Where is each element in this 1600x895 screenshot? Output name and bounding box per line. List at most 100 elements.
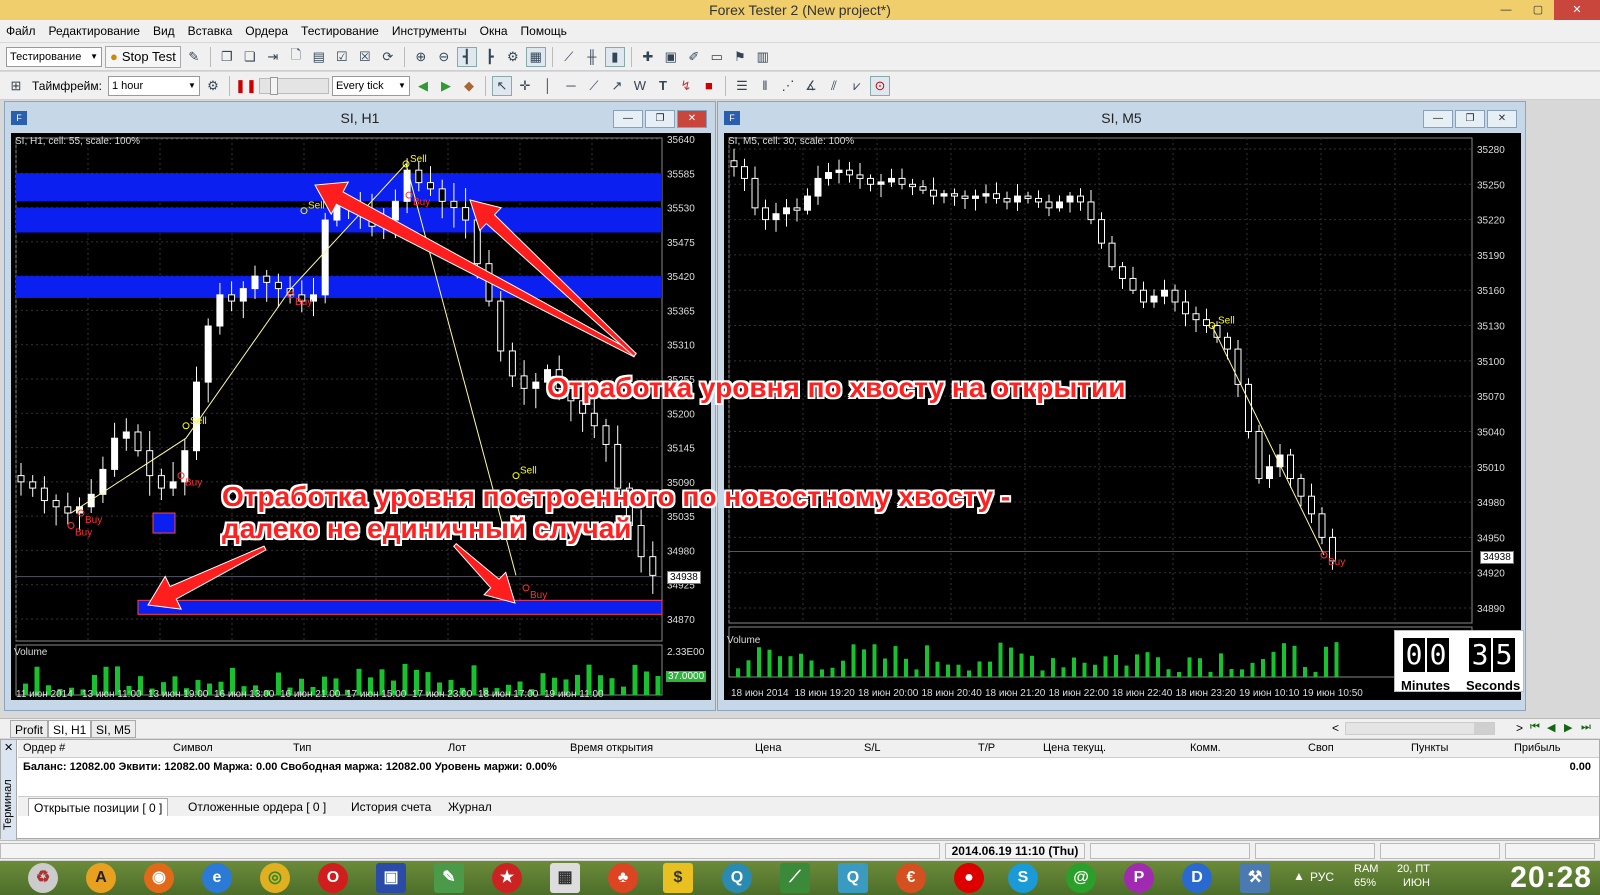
refresh-icon[interactable]: ⟳ xyxy=(378,47,398,67)
add-indicator-icon[interactable]: ✚ xyxy=(638,47,658,67)
template-icon[interactable]: ▤ xyxy=(309,47,329,67)
arrows-tool-icon[interactable]: ↯ xyxy=(676,76,696,96)
horizontal-line-icon[interactable]: ─ xyxy=(561,76,581,96)
tab-si-m5[interactable]: SI, M5 xyxy=(91,720,136,738)
nav-first-icon[interactable]: ⏮ xyxy=(1530,721,1540,734)
scroll-right-icon[interactable]: > xyxy=(1516,721,1523,735)
currency-icon[interactable]: € xyxy=(896,863,926,893)
save-icon[interactable]: ▣ xyxy=(376,863,406,893)
record-icon[interactable]: ● xyxy=(954,863,984,893)
menu-orders[interactable]: Ордера xyxy=(245,24,288,38)
pause-icon[interactable]: ❚❚ xyxy=(235,76,257,96)
tab-si-h1[interactable]: SI, H1 xyxy=(48,720,92,738)
fibo-fan-icon[interactable]: ⋰ xyxy=(778,76,798,96)
pitchfork-icon[interactable]: ⩗ xyxy=(847,76,867,96)
mail-icon[interactable]: @ xyxy=(1066,863,1096,893)
copy-icon[interactable]: ❐ xyxy=(217,47,237,67)
magnet-icon[interactable]: ⊙ xyxy=(869,75,890,96)
tick-mode-select[interactable]: Every tick ▼ xyxy=(331,75,410,96)
firefox-icon[interactable]: ◉ xyxy=(144,863,174,893)
app-star-icon[interactable]: ★ xyxy=(492,863,522,893)
nav-last-icon[interactable]: ⏭ xyxy=(1581,721,1591,734)
internet-explorer-icon[interactable]: e xyxy=(202,863,232,893)
crosshair-icon[interactable]: ✛ xyxy=(515,76,535,96)
col-open-time[interactable]: Время открытия xyxy=(570,742,653,754)
zoom-in-icon[interactable]: ⊕ xyxy=(411,47,431,67)
delete-icon[interactable]: ☒ xyxy=(355,47,375,67)
ray-icon[interactable]: ↗ xyxy=(607,76,627,96)
col-swap[interactable]: Своп xyxy=(1308,742,1334,754)
text-tool-icon[interactable]: T xyxy=(653,76,673,96)
close-icon[interactable]: ✕ xyxy=(4,741,13,754)
tile-windows-icon[interactable]: ▦ xyxy=(525,46,546,67)
col-price[interactable]: Цена xyxy=(755,742,781,754)
timeframe-select[interactable]: 1 hour ▼ xyxy=(107,75,200,96)
tabs-scrollbar[interactable] xyxy=(1345,722,1495,735)
scroll-left-icon[interactable]: < xyxy=(1332,721,1339,735)
vertical-line-icon[interactable]: │ xyxy=(538,76,558,96)
tab-journal[interactable]: Журнал xyxy=(443,798,497,816)
col-commission[interactable]: Комм. xyxy=(1190,742,1221,754)
col-order[interactable]: Ордер # xyxy=(23,742,65,754)
speed-slider[interactable] xyxy=(258,76,329,95)
launcher-icon[interactable]: A xyxy=(86,863,116,893)
close-icon[interactable]: ✕ xyxy=(1487,110,1517,128)
menu-edit[interactable]: Редактирование xyxy=(49,24,140,38)
calculator-icon[interactable]: ▦ xyxy=(550,863,580,893)
opera-icon[interactable]: O xyxy=(318,863,348,893)
menu-windows[interactable]: Окна xyxy=(480,24,508,38)
price-chart-m5[interactable]: 35280 35250 35220 35190 35160 35130 35100 35070… xyxy=(724,133,1521,700)
chart-settings-icon[interactable]: ⚙ xyxy=(503,47,523,67)
col-sl[interactable]: S/L xyxy=(864,742,881,754)
menu-file[interactable]: Файл xyxy=(6,24,36,38)
d-app-icon[interactable]: D xyxy=(1182,863,1212,893)
restore-icon[interactable]: ❐ xyxy=(1455,110,1485,128)
stock-chart-icon[interactable]: ⟋ xyxy=(780,863,810,893)
app-tree-icon[interactable]: ♣ xyxy=(608,863,638,893)
skype-icon[interactable]: S xyxy=(1008,863,1038,893)
bar-type-icon[interactable]: ╫ xyxy=(582,47,602,67)
check-icon[interactable]: ☑ xyxy=(332,47,352,67)
tab-profit[interactable]: Profit xyxy=(10,720,49,738)
minimize-icon[interactable]: — xyxy=(613,110,643,128)
templates-icon[interactable]: ▣ xyxy=(661,47,681,67)
candles-icon[interactable]: ┣ xyxy=(480,47,500,67)
col-symbol[interactable]: Символ xyxy=(173,742,213,754)
col-current-price[interactable]: Цена текущ. xyxy=(1043,742,1106,754)
fibo-arc-icon[interactable]: ∡ xyxy=(801,76,821,96)
wave-icon[interactable]: W xyxy=(630,76,650,96)
tray-language[interactable]: РУС xyxy=(1310,870,1334,884)
fibo-time-icon[interactable]: ‖ xyxy=(755,76,775,96)
price-chart-h1[interactable]: 35640 35585 35530 35475 35420 35365 35310 35255… xyxy=(11,133,711,700)
qs-icon[interactable]: Q xyxy=(722,863,752,893)
close-icon[interactable]: ✕ xyxy=(1554,0,1600,20)
tab-pending-orders[interactable]: Отложенные ордера [ 0 ] xyxy=(183,798,331,816)
screenshot-icon[interactable]: ▭ xyxy=(707,47,727,67)
p-app-icon[interactable]: P xyxy=(1124,863,1154,893)
menu-testing[interactable]: Тестирование xyxy=(301,24,379,38)
fibo-retracement-icon[interactable]: ☰ xyxy=(732,76,752,96)
evernote-icon[interactable]: ✎ xyxy=(434,863,464,893)
edit-icon[interactable]: ✎ xyxy=(184,47,204,67)
mode-select[interactable]: Тестирование ▼ xyxy=(6,46,102,67)
col-type[interactable]: Тип xyxy=(293,742,311,754)
restore-icon[interactable]: ❐ xyxy=(645,110,675,128)
shapes-tool-icon[interactable]: ■ xyxy=(699,76,719,96)
paste-icon[interactable]: ❏ xyxy=(240,47,260,67)
menu-insert[interactable]: Вставка xyxy=(188,24,233,38)
close-icon[interactable]: ✕ xyxy=(677,110,707,128)
menu-view[interactable]: Вид xyxy=(153,24,175,38)
forex-tester-icon[interactable]: $ xyxy=(663,863,693,893)
tab-account-history[interactable]: История счета xyxy=(346,798,436,816)
col-points[interactable]: Пункты xyxy=(1411,742,1448,754)
menu-tools[interactable]: Инструменты xyxy=(392,24,467,38)
channel-icon[interactable]: ⫽ xyxy=(824,76,844,96)
sync-icon[interactable]: ⚙ xyxy=(203,76,223,96)
candle-type-icon[interactable]: ▮ xyxy=(604,46,625,67)
speed-slider-thumb[interactable] xyxy=(269,76,278,95)
cursor-icon[interactable]: ↖ xyxy=(491,75,512,96)
new-document-icon[interactable]: 🗋 xyxy=(286,47,306,67)
col-profit[interactable]: Прибыль xyxy=(1514,742,1561,754)
menu-help[interactable]: Помощь xyxy=(521,24,567,38)
network-tool-icon[interactable]: ⚒ xyxy=(1240,863,1270,893)
